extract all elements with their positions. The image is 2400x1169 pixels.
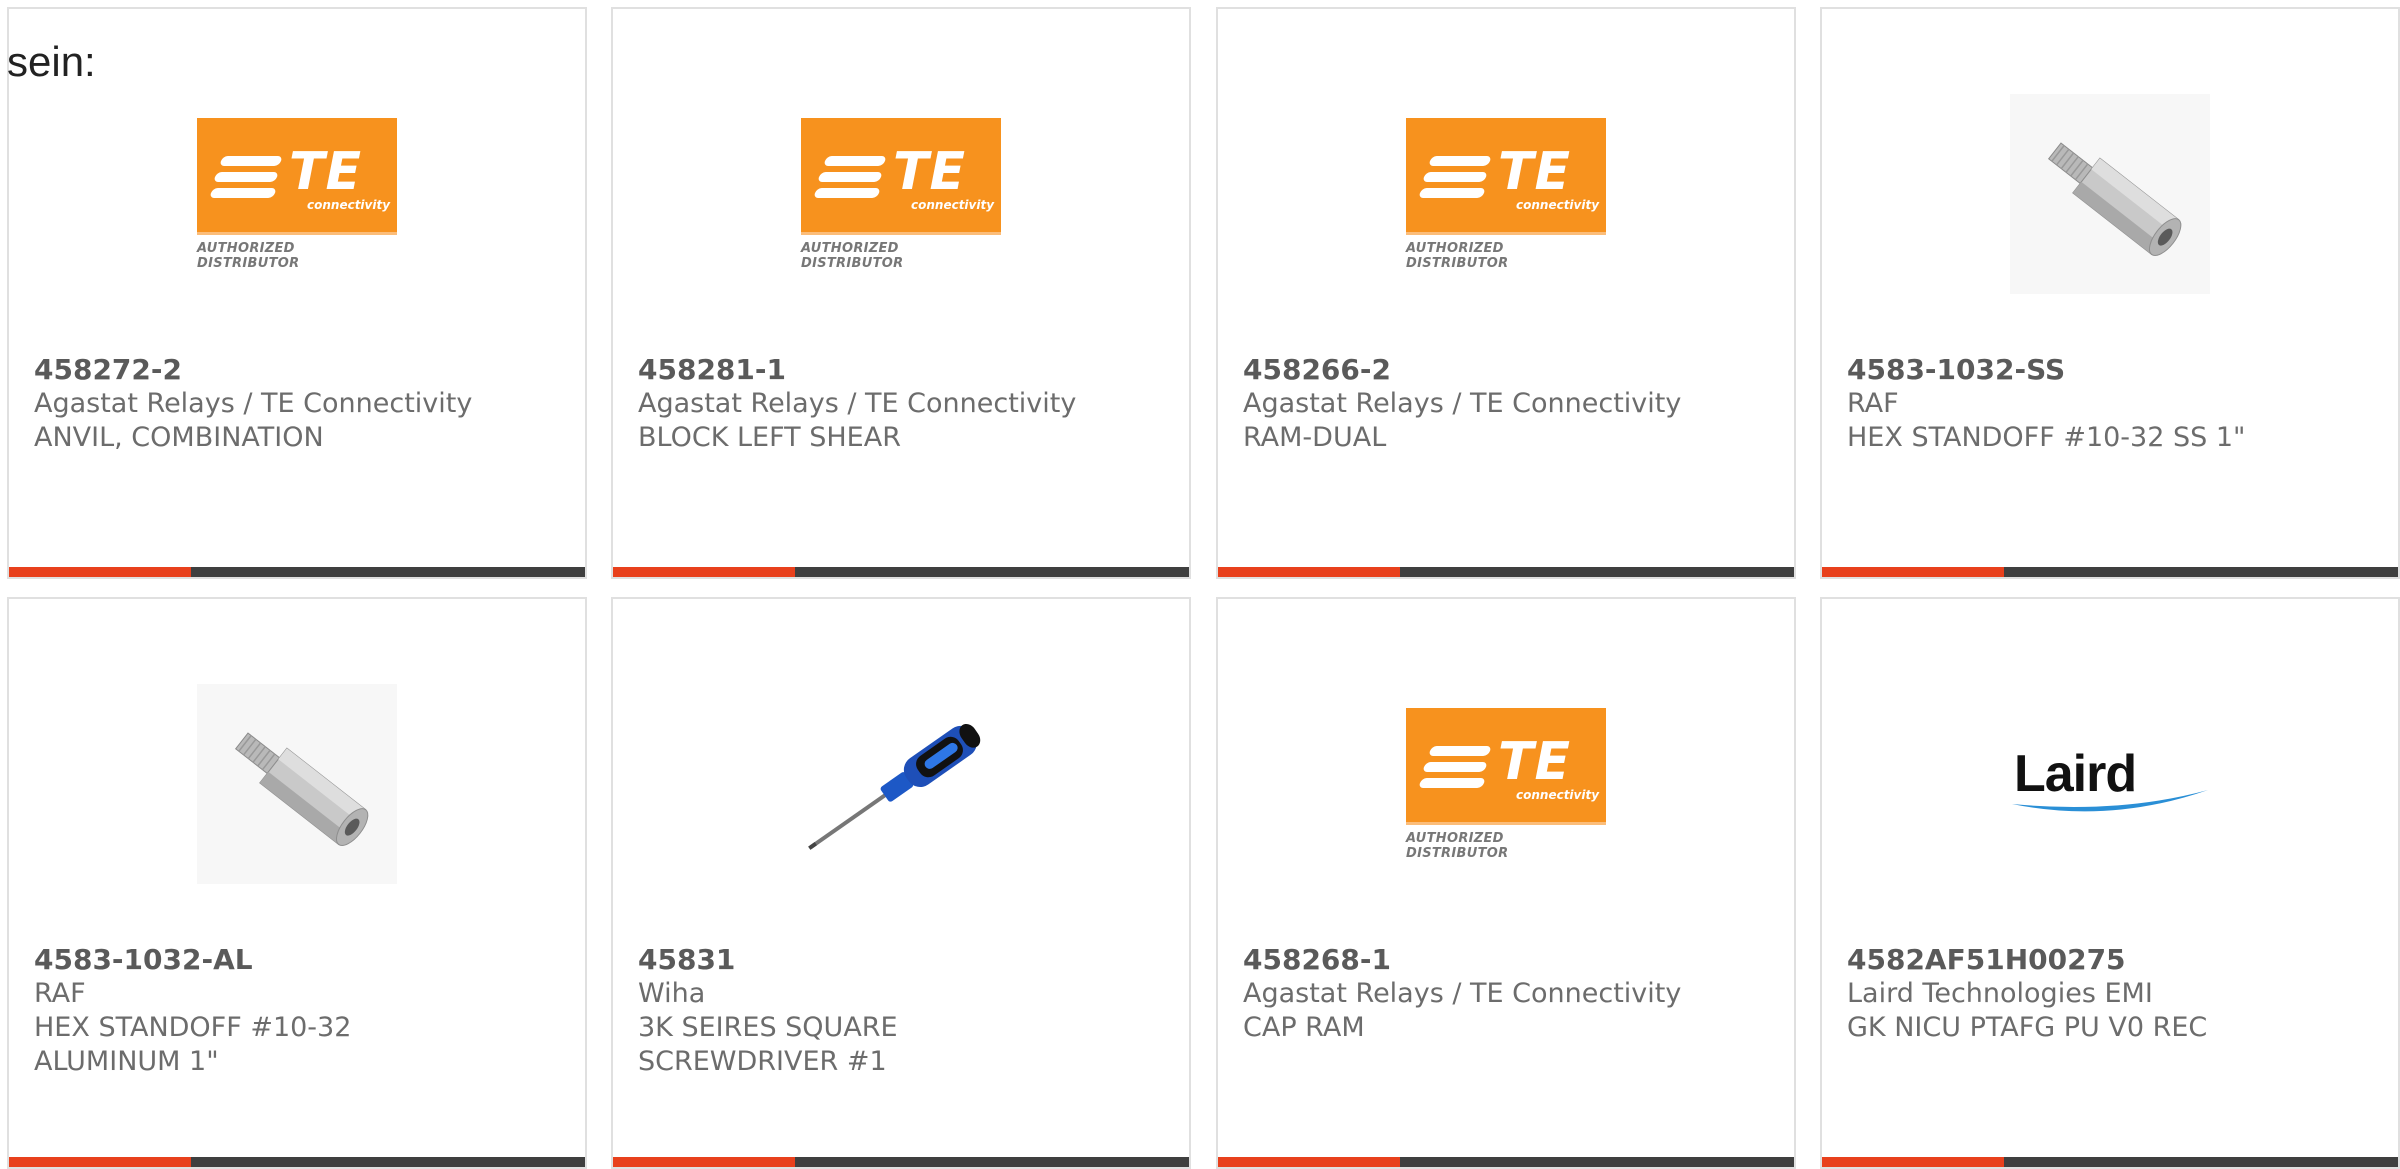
product-card[interactable]: 45831 Wiha 3K SEIRES SQUARE SCREWDRIVER …: [611, 597, 1191, 1169]
screwdriver-image: [808, 723, 981, 850]
product-image[interactable]: TE connectivity AUTHORIZED DISTRIBUTOR: [1218, 659, 1794, 909]
product-card[interactable]: 4583-1032-AL RAF HEX STANDOFF #10-32 ALU…: [7, 597, 587, 1169]
product-card[interactable]: TE connectivity AUTHORIZED DISTRIBUTOR 4…: [611, 7, 1191, 579]
card-bottom-bar: [613, 567, 1189, 577]
product-image[interactable]: TE connectivity AUTHORIZED DISTRIBUTOR: [1218, 69, 1794, 319]
part-number[interactable]: 4583-1032-AL: [34, 943, 565, 977]
manufacturer: Agastat Relays / TE Connectivity: [34, 388, 473, 419]
laird-swoosh-icon: [2012, 790, 2208, 812]
card-bottom-bar: [1218, 1157, 1794, 1167]
product-card[interactable]: Laird 4582AF51H00275 Laird Technologies …: [1820, 597, 2400, 1169]
manufacturer: RAF: [34, 978, 86, 1009]
product-image[interactable]: TE connectivity AUTHORIZED DISTRIBUTOR: [9, 69, 585, 319]
part-number[interactable]: 458281-1: [638, 353, 1169, 387]
product-image[interactable]: TE connectivity AUTHORIZED DISTRIBUTOR: [613, 69, 1189, 319]
authorized-distributor-label: AUTHORIZED DISTRIBUTOR: [1406, 240, 1509, 271]
card-bottom-bar: [9, 1157, 585, 1167]
authorized-distributor-label: AUTHORIZED DISTRIBUTOR: [801, 240, 904, 271]
card-accent-bar: [613, 567, 795, 577]
product-image[interactable]: Laird: [1822, 659, 2398, 909]
product-info: 458266-2 Agastat Relays / TE Connectivit…: [1243, 353, 1774, 455]
product-info: 4583-1032-AL RAF HEX STANDOFF #10-32 ALU…: [34, 943, 565, 1079]
card-accent-bar: [1218, 1157, 1400, 1167]
te-connectivity-logo: TE connectivity AUTHORIZED DISTRIBUTOR: [197, 117, 397, 271]
description: BLOCK LEFT SHEAR: [638, 422, 901, 453]
te-logo-sub: connectivity: [307, 197, 391, 212]
te-logo-word: TE: [893, 141, 966, 202]
hex-standoff-image: [197, 684, 397, 884]
hex-standoff-image: [2010, 94, 2210, 294]
lead-text: sein:: [7, 38, 96, 85]
card-accent-bar: [9, 567, 191, 577]
product-image[interactable]: [613, 659, 1189, 909]
description: 3K SEIRES SQUARE SCREWDRIVER #1: [638, 1012, 898, 1077]
product-info: 4583-1032-SS RAF HEX STANDOFF #10-32 SS …: [1847, 353, 2378, 455]
card-accent-bar: [613, 1157, 795, 1167]
te-logo-sub: connectivity: [1516, 197, 1600, 212]
product-card[interactable]: TE connectivity AUTHORIZED DISTRIBUTOR 4…: [1216, 7, 1796, 579]
card-bottom-bar: [1822, 1157, 2398, 1167]
product-image[interactable]: [1822, 69, 2398, 319]
te-logo-sub: connectivity: [911, 197, 995, 212]
part-number[interactable]: 458268-1: [1243, 943, 1774, 977]
description: HEX STANDOFF #10-32 SS 1": [1847, 422, 2246, 453]
description: CAP RAM: [1243, 1012, 1365, 1043]
product-info: 45831 Wiha 3K SEIRES SQUARE SCREWDRIVER …: [638, 943, 1169, 1079]
laird-logo: Laird: [2010, 744, 2210, 824]
product-card[interactable]: TE connectivity AUTHORIZED DISTRIBUTOR 4…: [7, 7, 587, 579]
part-number[interactable]: 4582AF51H00275: [1847, 943, 2378, 977]
card-bottom-bar: [1822, 567, 2398, 577]
product-info: 458272-2 Agastat Relays / TE Connectivit…: [34, 353, 565, 455]
manufacturer: Agastat Relays / TE Connectivity: [1243, 978, 1682, 1009]
product-image[interactable]: [9, 659, 585, 909]
part-number[interactable]: 4583-1032-SS: [1847, 353, 2378, 387]
te-connectivity-logo: TE connectivity AUTHORIZED DISTRIBUTOR: [1406, 117, 1606, 271]
manufacturer: Laird Technologies EMI: [1847, 978, 2153, 1009]
te-connectivity-logo: TE connectivity AUTHORIZED DISTRIBUTOR: [1406, 707, 1606, 861]
te-logo-word: TE: [1498, 141, 1571, 202]
card-bottom-bar: [613, 1157, 1189, 1167]
product-info: 458281-1 Agastat Relays / TE Connectivit…: [638, 353, 1169, 455]
part-number[interactable]: 45831: [638, 943, 1169, 977]
product-card[interactable]: 4583-1032-SS RAF HEX STANDOFF #10-32 SS …: [1820, 7, 2400, 579]
authorized-distributor-label: AUTHORIZED DISTRIBUTOR: [1406, 830, 1509, 861]
te-logo-word: TE: [1498, 731, 1571, 792]
manufacturer: Agastat Relays / TE Connectivity: [638, 388, 1077, 419]
authorized-distributor-label: AUTHORIZED DISTRIBUTOR: [197, 240, 300, 271]
part-number[interactable]: 458272-2: [34, 353, 565, 387]
description: RAM-DUAL: [1243, 422, 1387, 453]
product-card[interactable]: TE connectivity AUTHORIZED DISTRIBUTOR 4…: [1216, 597, 1796, 1169]
manufacturer: RAF: [1847, 388, 1899, 419]
description: GK NICU PTAFG PU V0 REC: [1847, 1012, 2208, 1043]
card-bottom-bar: [1218, 567, 1794, 577]
te-connectivity-logo: TE connectivity AUTHORIZED DISTRIBUTOR: [801, 117, 1001, 271]
manufacturer: Agastat Relays / TE Connectivity: [1243, 388, 1682, 419]
card-accent-bar: [1218, 567, 1400, 577]
te-logo-word: TE: [289, 141, 362, 202]
card-accent-bar: [1822, 567, 2004, 577]
manufacturer: Wiha: [638, 978, 706, 1009]
card-accent-bar: [1822, 1157, 2004, 1167]
part-number[interactable]: 458266-2: [1243, 353, 1774, 387]
description: HEX STANDOFF #10-32 ALUMINUM 1": [34, 1012, 352, 1077]
card-accent-bar: [9, 1157, 191, 1167]
description: ANVIL, COMBINATION: [34, 422, 324, 453]
product-info: 4582AF51H00275 Laird Technologies EMI GK…: [1847, 943, 2378, 1045]
product-info: 458268-1 Agastat Relays / TE Connectivit…: [1243, 943, 1774, 1045]
te-logo-sub: connectivity: [1516, 787, 1600, 802]
card-bottom-bar: [9, 567, 585, 577]
